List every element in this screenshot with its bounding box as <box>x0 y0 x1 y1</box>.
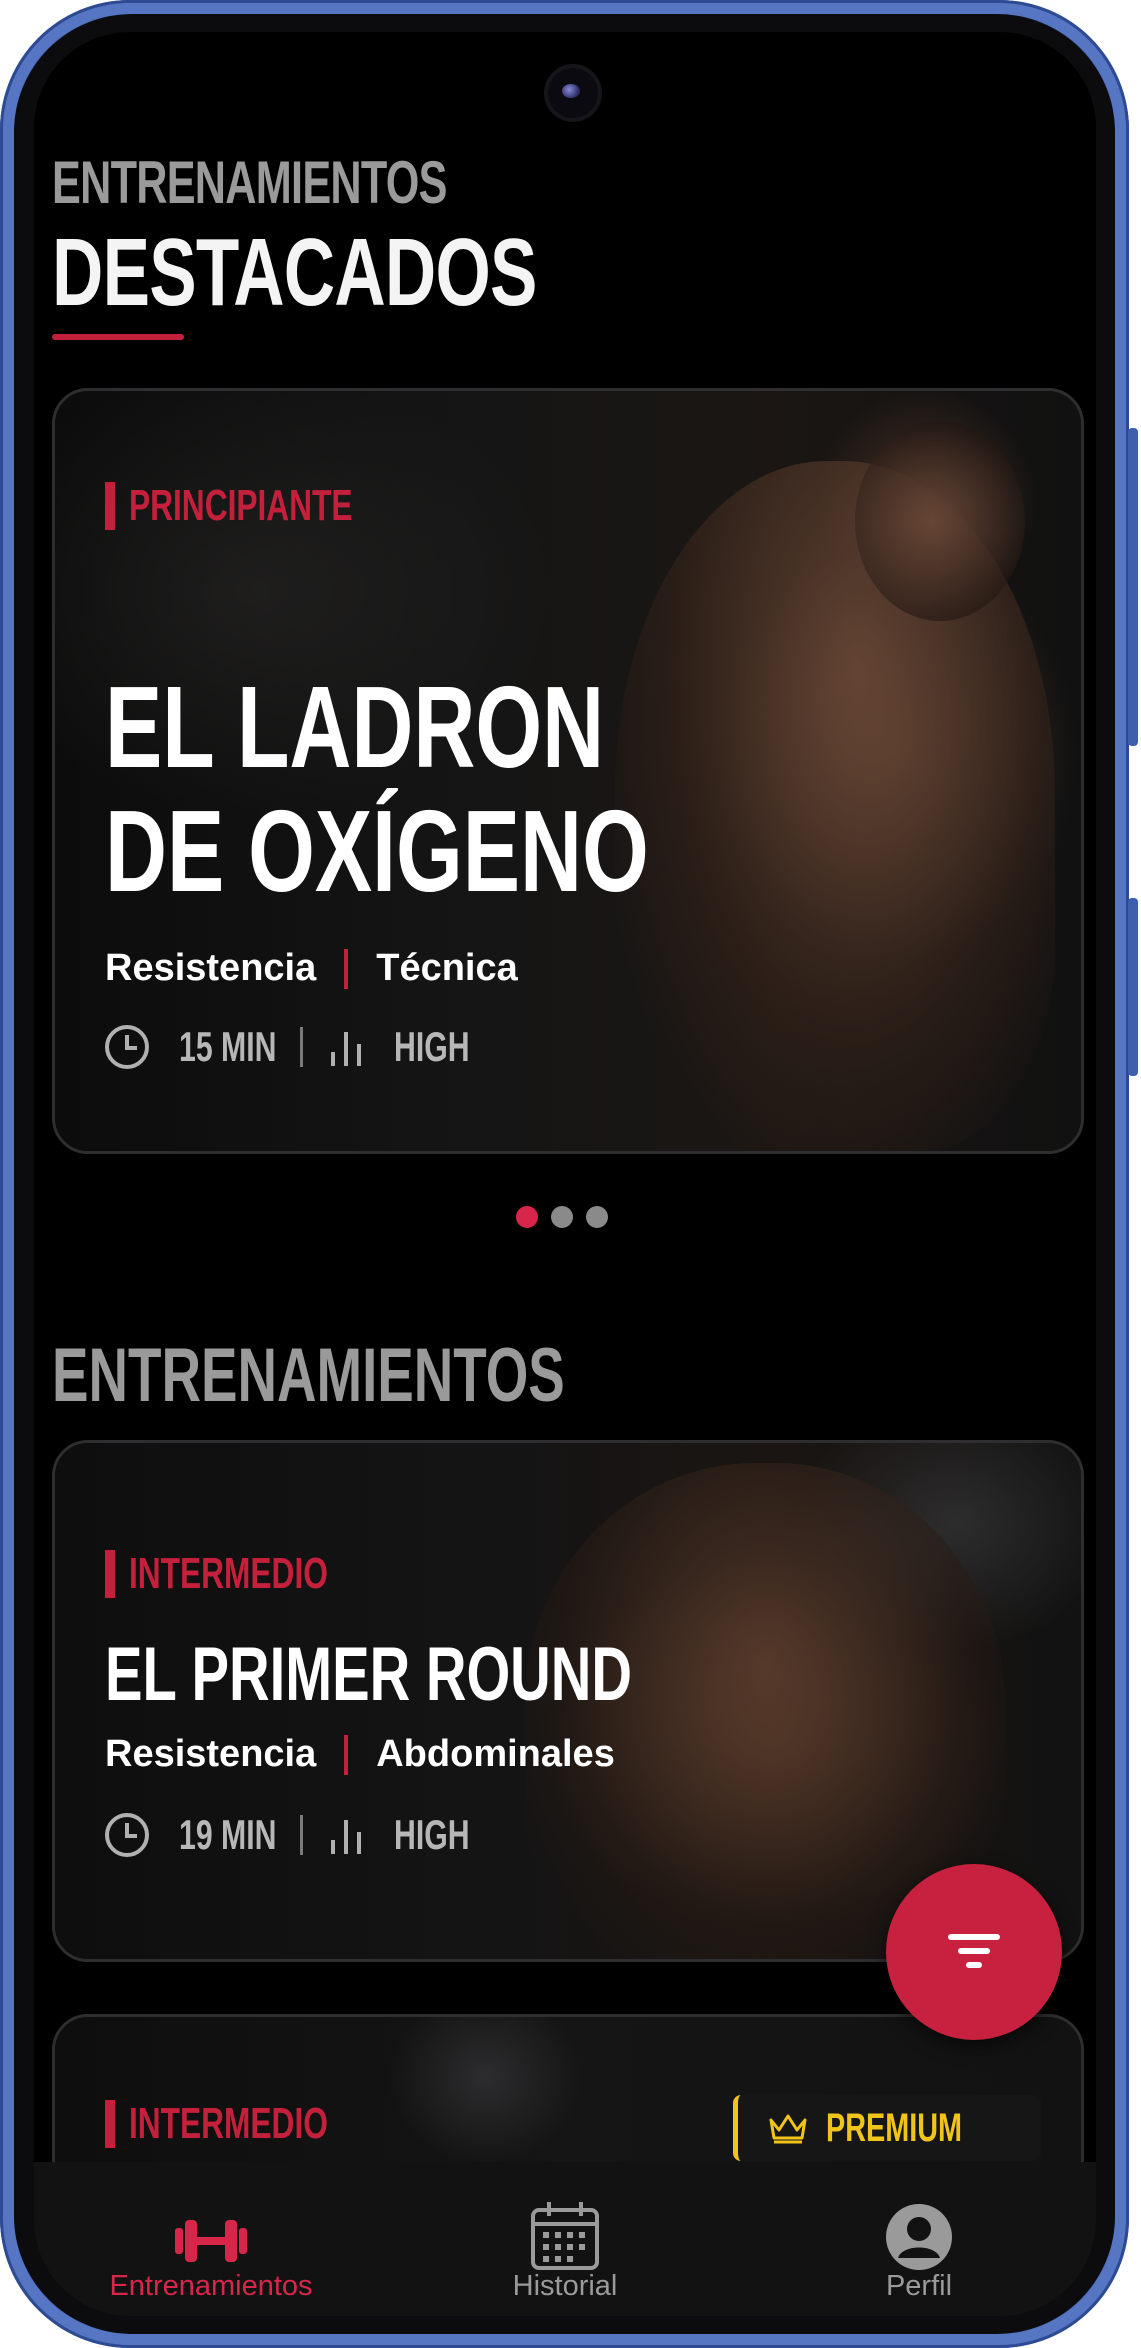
section-title: ENTRENAMIENTOS <box>52 1333 565 1418</box>
title-underline <box>52 334 184 340</box>
premium-badge: PREMIUM <box>733 2095 1041 2161</box>
level-marker <box>105 2100 115 2148</box>
carousel-dot[interactable] <box>586 1206 608 1228</box>
featured-meta: 15 MIN HIGH <box>105 1023 499 1071</box>
tag: Técnica <box>376 947 518 989</box>
volume-button <box>1128 898 1138 1076</box>
duration: 19 MIN <box>179 1811 277 1858</box>
filter-icon-line <box>948 1934 1000 1940</box>
filter-icon-line <box>958 1948 990 1954</box>
workout-title: EL PRIMER ROUND <box>105 1632 633 1717</box>
clock-icon <box>105 1025 149 1069</box>
nav-item-entrenamientos[interactable]: Entrenamientos <box>34 2162 388 2316</box>
workout-tags: Resistencia Abdominales <box>105 1733 615 1776</box>
level-label: INTERMEDIO <box>129 1549 328 1598</box>
carousel-dot[interactable] <box>551 1206 573 1228</box>
duration: 15 MIN <box>179 1023 277 1070</box>
intensity-icon <box>331 1816 370 1854</box>
intensity: HIGH <box>394 1023 470 1070</box>
tag-separator <box>344 1734 349 1775</box>
boxer-head <box>855 421 1025 621</box>
premium-label: PREMIUM <box>826 2105 963 2150</box>
nav-label: Perfil <box>885 2270 953 2302</box>
filter-button[interactable] <box>886 1864 1062 2040</box>
level-badge: PRINCIPIANTE <box>105 481 439 531</box>
meta-separator <box>300 1027 304 1067</box>
carousel-indicator <box>516 1206 621 1228</box>
tag-separator <box>344 948 349 989</box>
workout-meta: 19 MIN HIGH <box>105 1811 499 1859</box>
intensity-icon <box>331 1028 370 1066</box>
tag: Resistencia <box>105 947 317 989</box>
featured-workout-card[interactable]: PRINCIPIANTE EL LADRON DE OXÍGENO Resist… <box>52 388 1084 1154</box>
nav-label: Historial <box>512 2270 618 2302</box>
carousel-dot-active[interactable] <box>516 1206 538 1228</box>
app-screen: ENTRENAMIENTOS DESTACADOS PRINCIPIANTE E… <box>34 32 1096 2316</box>
nav-item-historial[interactable]: Historial <box>388 2162 742 2316</box>
featured-title-line1: EL LADRON <box>105 662 605 792</box>
level-marker <box>105 482 115 530</box>
clock-icon <box>105 1813 149 1857</box>
intensity: HIGH <box>394 1811 470 1858</box>
featured-title-line2: DE OXÍGENO <box>105 786 649 916</box>
level-label: INTERMEDIO <box>129 2099 328 2148</box>
featured-tags: Resistencia Técnica <box>105 947 518 990</box>
nav-label: Entrenamientos <box>109 2270 313 2302</box>
page-title: DESTACADOS <box>52 219 537 326</box>
calendar-icon <box>531 2202 599 2270</box>
dumbbell-icon <box>175 2220 247 2262</box>
level-marker <box>105 1550 115 1598</box>
user-icon <box>886 2204 952 2270</box>
nav-item-perfil[interactable]: Perfil <box>742 2162 1096 2316</box>
tag: Abdominales <box>376 1733 615 1775</box>
meta-separator <box>300 1815 304 1855</box>
level-badge: INTERMEDIO <box>105 2099 405 2149</box>
front-camera <box>548 68 598 118</box>
level-label: PRINCIPIANTE <box>129 481 353 530</box>
power-button <box>1128 428 1138 746</box>
level-badge: INTERMEDIO <box>105 1549 405 1599</box>
header-eyebrow: ENTRENAMIENTOS <box>52 149 447 216</box>
crown-icon <box>769 2114 807 2144</box>
tag: Resistencia <box>105 1733 317 1775</box>
filter-icon-line <box>966 1962 982 1968</box>
bottom-navigation: Entrenamientos Historial Perfil <box>34 2162 1096 2316</box>
